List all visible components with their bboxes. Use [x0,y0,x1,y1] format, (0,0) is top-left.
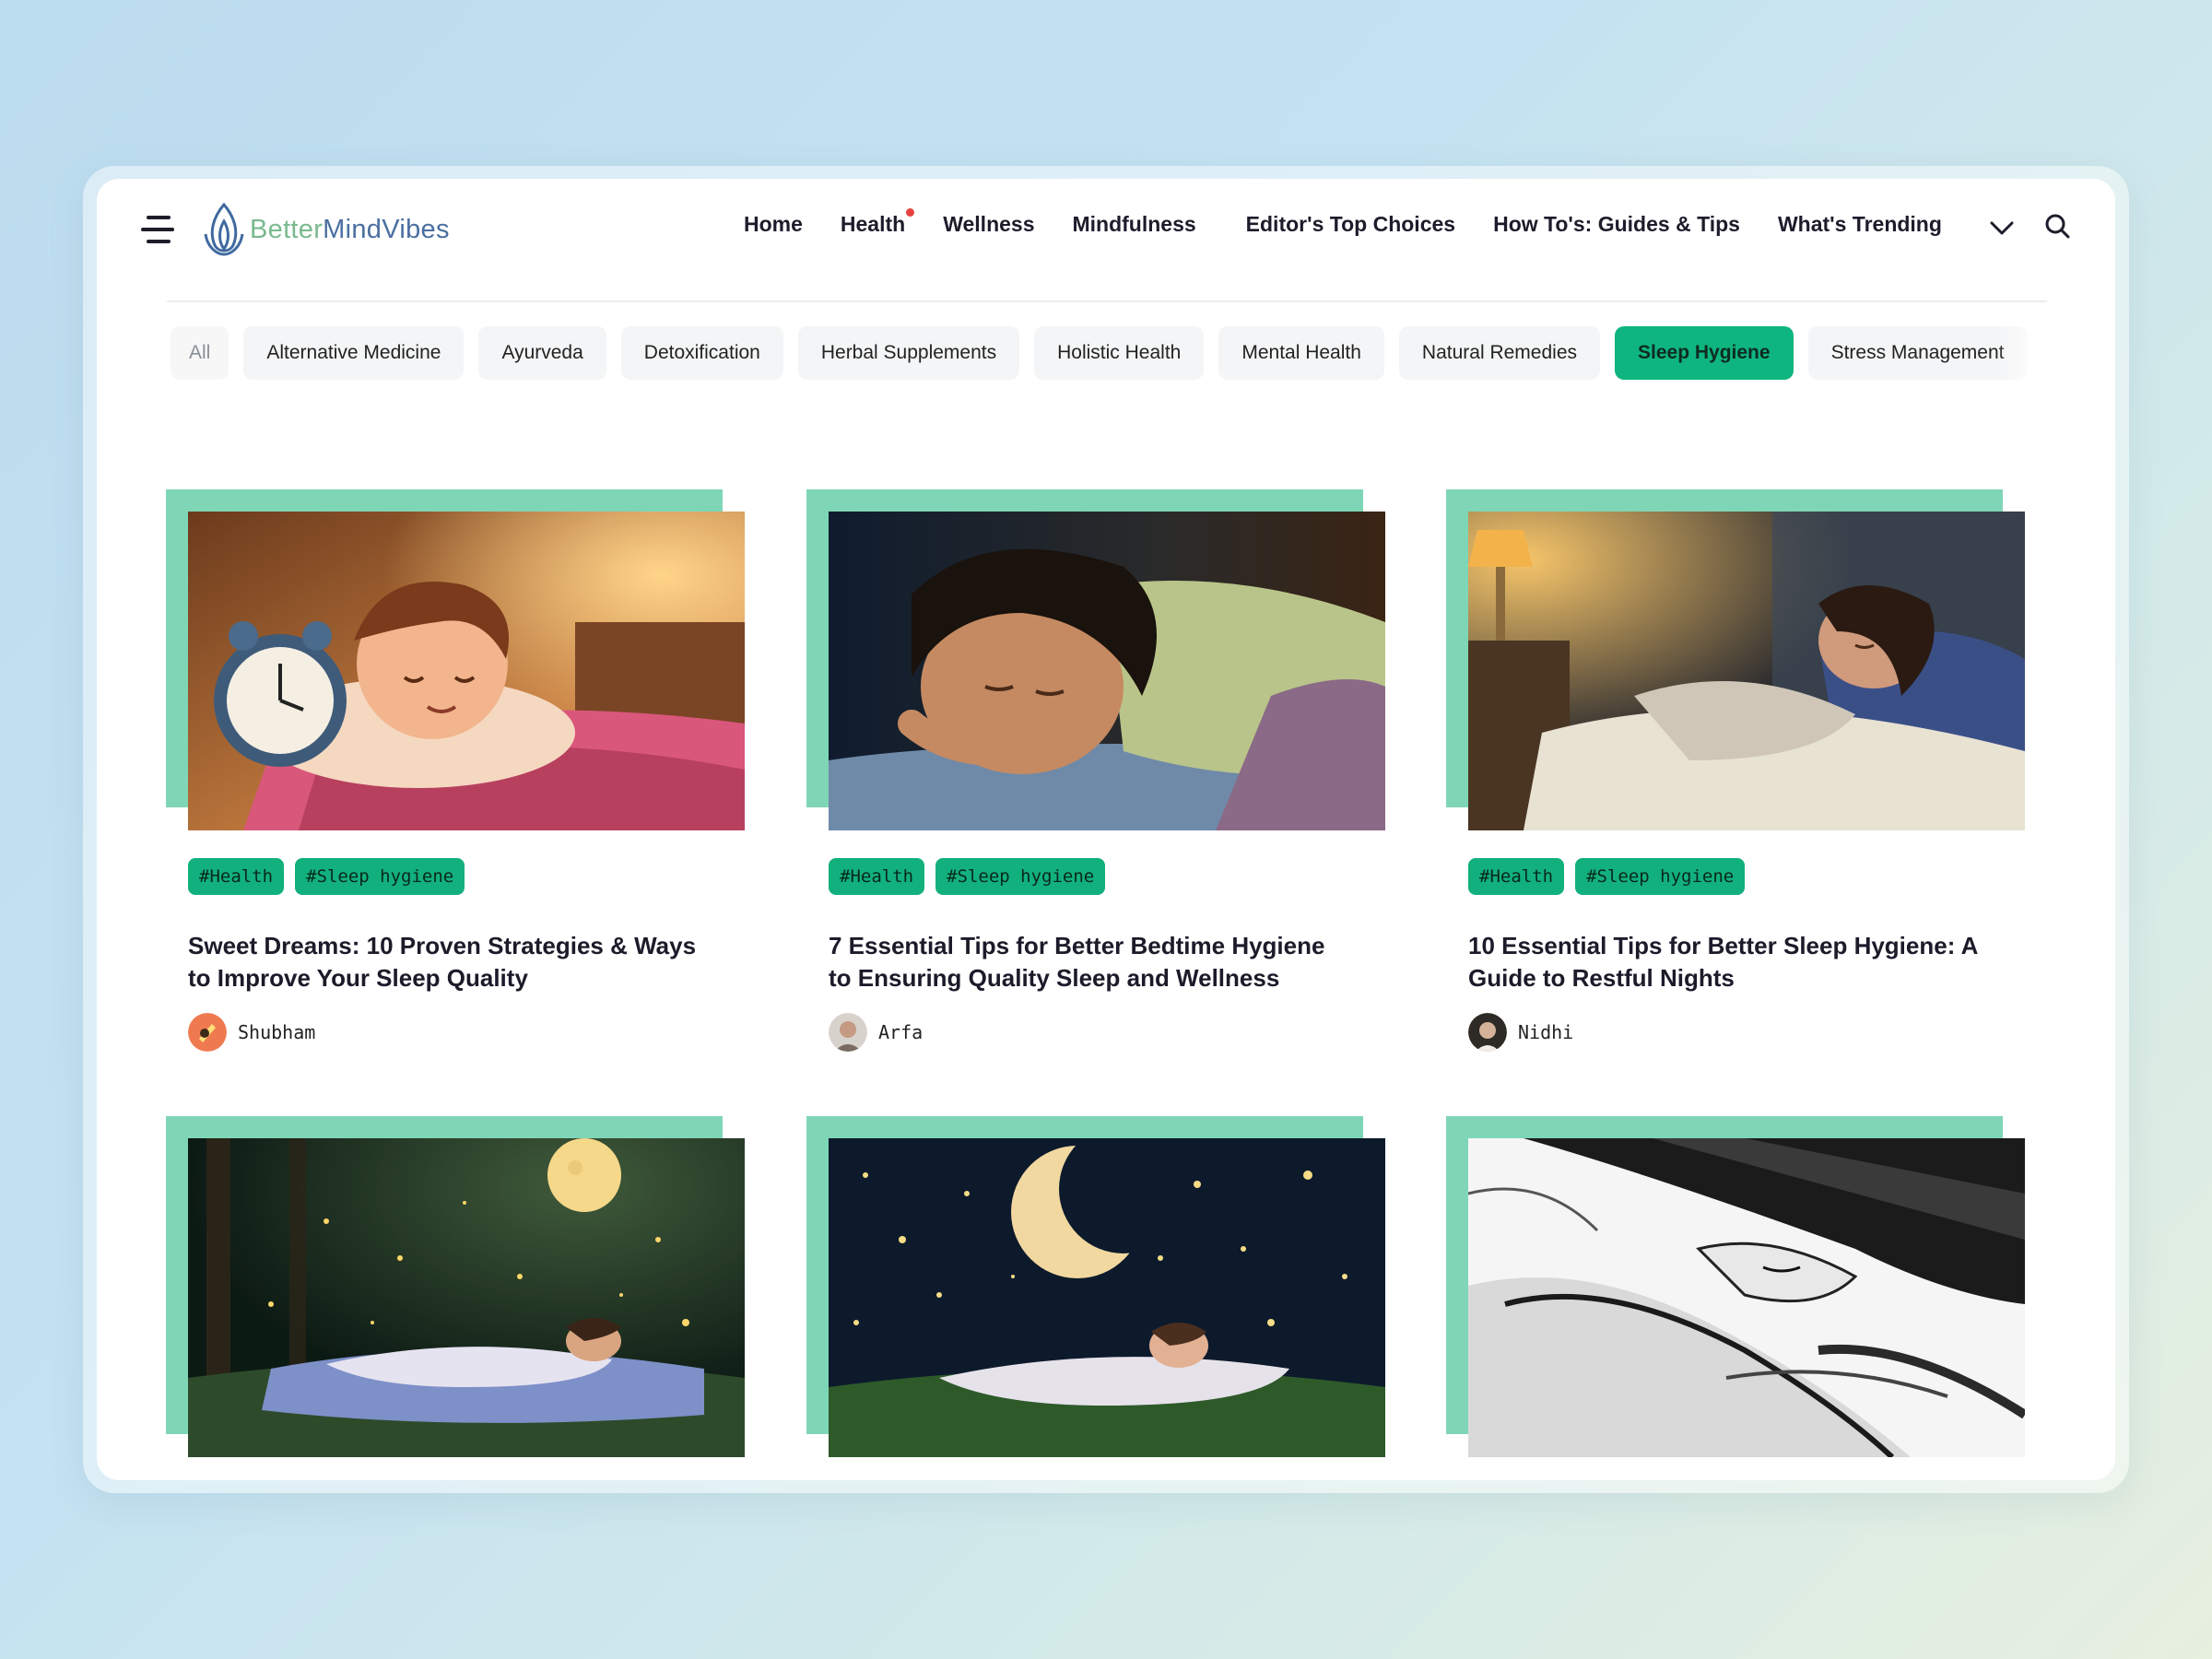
article-card[interactable]: #Health #Sleep hygiene 7 Essential Tips … [806,489,1396,1079]
tag[interactable]: #Sleep hygiene [1575,858,1746,895]
tag[interactable]: #Health [188,858,285,895]
nav-health-label: Health [840,212,906,236]
article-card[interactable]: #Health #Sleep hygiene Sweet Dreams: 10 … [166,489,756,1079]
avatar [188,1013,227,1052]
nav-health[interactable]: Health [840,208,915,237]
article-image[interactable] [1468,1138,2025,1457]
author[interactable]: Arfa [829,1013,923,1052]
author[interactable]: Shubham [188,1013,315,1052]
article-title[interactable]: 10 Essential Tips for Better Sleep Hygie… [1468,930,1984,994]
article-title[interactable]: Sweet Dreams: 10 Proven Strategies & Way… [188,930,704,994]
tag[interactable]: #Health [829,858,925,895]
tag[interactable]: #Health [1468,858,1565,895]
nav-whats-trending[interactable]: What's Trending [1778,212,1942,237]
article-card[interactable] [1446,1116,2036,1480]
nav-mindfulness[interactable]: Mindfulness [1073,212,1196,237]
article-image[interactable] [829,1138,1385,1457]
author-name: Shubham [238,1021,316,1043]
chip-holistic-health[interactable]: Holistic Health [1034,326,1205,380]
logo-wordmark: BetterMindVibes [250,214,450,244]
article-image[interactable] [1468,512,2025,830]
search-icon[interactable] [2043,212,2071,240]
author[interactable]: Nidhi [1468,1013,1573,1052]
header-divider [167,300,2047,302]
nav-wellness[interactable]: Wellness [943,212,1034,237]
article-card[interactable] [166,1116,756,1480]
nav-editors-top-choices[interactable]: Editor's Top Choices [1246,212,1455,237]
article-title[interactable]: 7 Essential Tips for Better Bedtime Hygi… [829,930,1345,994]
chip-herbal-supplements[interactable]: Herbal Supplements [797,326,1020,380]
nav-home[interactable]: Home [744,212,803,237]
article-card[interactable] [806,1116,1396,1480]
tag[interactable]: #Sleep hygiene [295,858,465,895]
notification-dot [906,208,915,217]
chip-mental-health[interactable]: Mental Health [1218,326,1384,380]
author-name: Arfa [878,1021,924,1043]
tag[interactable]: #Sleep hygiene [935,858,1106,895]
nav-how-tos[interactable]: How To's: Guides & Tips [1493,212,1740,237]
chips-fade-overlay [1995,326,2051,382]
category-filter-bar: All Alternative Medicine Ayurveda Detoxi… [171,326,2041,382]
avatar [829,1013,867,1052]
menu-icon[interactable] [141,216,178,245]
tag-list: #Health #Sleep hygiene [188,858,465,895]
chip-natural-remedies[interactable]: Natural Remedies [1398,326,1600,380]
chip-detoxification[interactable]: Detoxification [620,326,783,380]
article-card[interactable]: #Health #Sleep hygiene 10 Essential Tips… [1446,489,2036,1079]
tag-list: #Health #Sleep hygiene [829,858,1106,895]
site-logo[interactable]: BetterMindVibes [200,197,450,262]
chip-alternative-medicine[interactable]: Alternative Medicine [243,326,465,380]
lotus-logo-icon [204,202,244,256]
site-window: BetterMindVibes Home Health Wellness Min… [97,179,2115,1480]
chip-ayurveda[interactable]: Ayurveda [478,326,606,380]
chip-stress-management[interactable]: Stress Management [1807,326,2028,380]
chevron-down-icon[interactable] [1988,216,2016,240]
article-image[interactable] [829,512,1385,830]
author-name: Nidhi [1518,1021,1574,1043]
avatar [1468,1013,1507,1052]
article-image[interactable] [188,512,745,830]
article-image[interactable] [188,1138,745,1457]
chip-all[interactable]: All [171,326,229,380]
main-nav: Home Health Wellness Mindfulness Editor'… [744,208,1980,237]
chip-sleep-hygiene[interactable]: Sleep Hygiene [1615,326,1794,380]
tag-list: #Health #Sleep hygiene [1468,858,1746,895]
